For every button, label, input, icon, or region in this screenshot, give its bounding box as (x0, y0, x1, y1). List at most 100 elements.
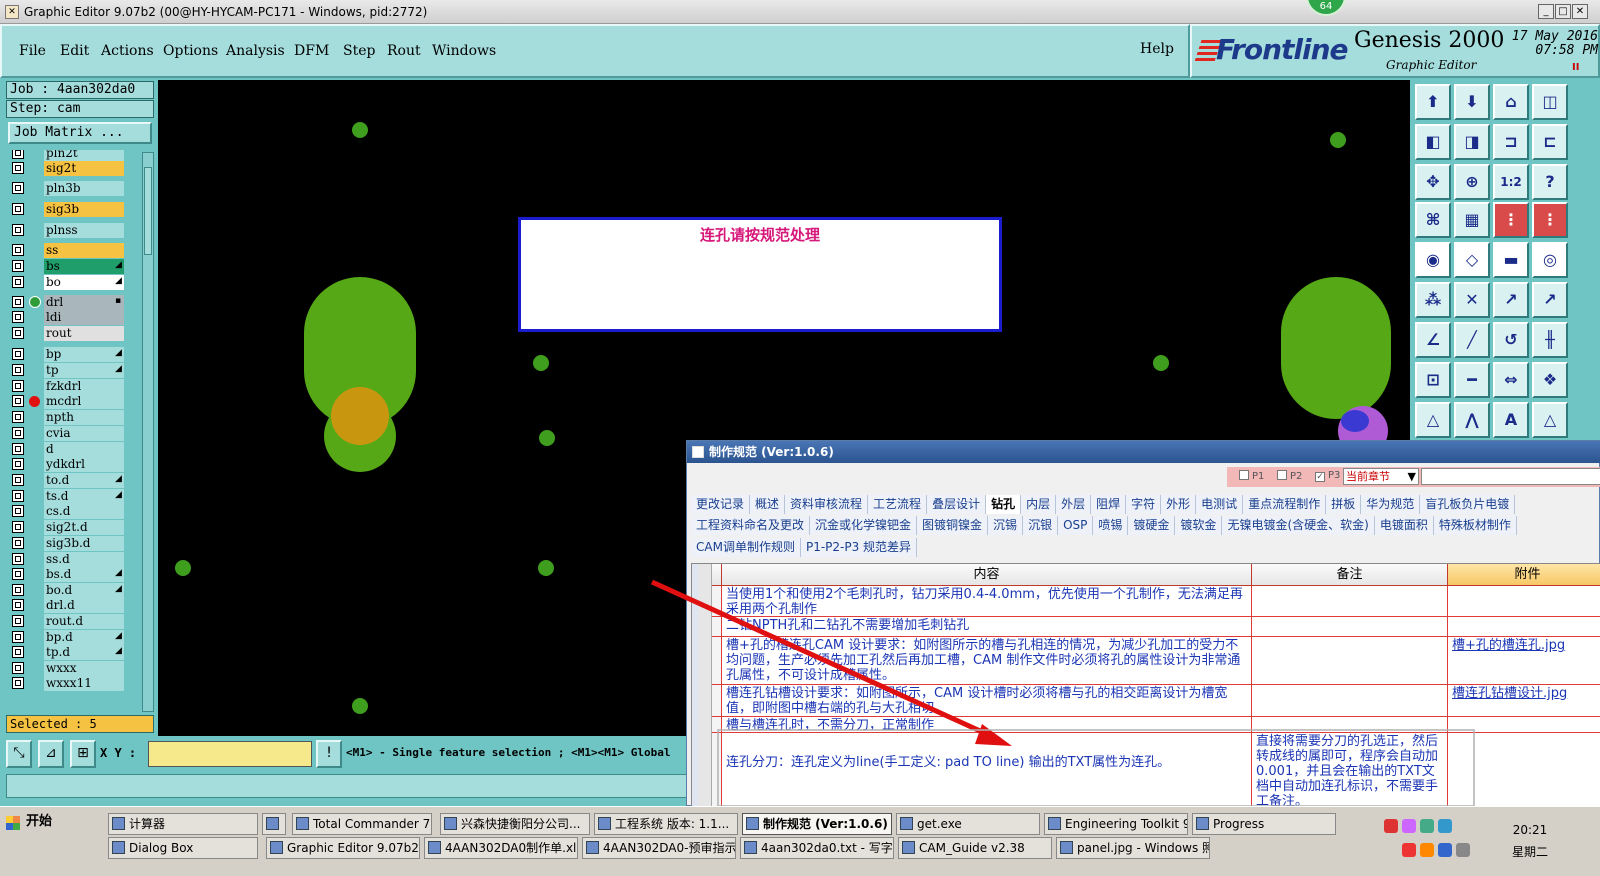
tray-icon[interactable] (1420, 843, 1434, 857)
layer-checkbox[interactable] (12, 631, 24, 643)
layer-row[interactable]: cs.d (8, 504, 140, 519)
tab-item[interactable]: OSP (1058, 516, 1094, 535)
layer-checkbox[interactable] (12, 677, 24, 689)
snap-alt-icon[interactable]: ⋮ (1532, 202, 1568, 238)
layer-name[interactable]: pln2t (44, 150, 124, 161)
filter-p2[interactable]: P2 (1277, 470, 1302, 482)
taskbar-item[interactable]: Graphic Editor 9.07b2 (0... (266, 837, 420, 859)
layer-row[interactable]: sig3b (8, 202, 140, 217)
layer-name[interactable]: ss (44, 243, 124, 258)
layer-checkbox[interactable] (12, 662, 24, 674)
layer-row[interactable]: fzkdrl (8, 379, 140, 394)
layer-name[interactable]: bo (44, 275, 124, 290)
menu-rout[interactable]: Rout (387, 43, 421, 59)
layer-list-scroll-thumb[interactable] (144, 167, 152, 255)
tab-item[interactable]: 重点流程制作 (1243, 495, 1327, 514)
tab-item[interactable]: 叠层设计 (927, 495, 987, 514)
layer-checkbox[interactable] (12, 521, 24, 533)
layer-row[interactable]: tp ◢ (8, 363, 140, 378)
layer-checkbox[interactable] (12, 364, 24, 376)
taskbar-item[interactable]: 4AAN302DA0-预审指示... (582, 837, 736, 859)
p2-checkbox[interactable] (1277, 470, 1287, 480)
chapter-select[interactable]: 当前章节 ▼ (1343, 468, 1419, 485)
layer-checkbox[interactable] (12, 244, 24, 256)
connect-icon[interactable]: ⁂ (1415, 282, 1451, 318)
measure-icon[interactable]: ⊿ (38, 740, 64, 768)
taskbar-item[interactable]: 工程系统 版本: 1.1... (594, 813, 738, 835)
layer-name[interactable]: rout (44, 326, 124, 341)
layer-checkbox[interactable] (12, 380, 24, 392)
layer-name[interactable]: sig2t.d (44, 520, 124, 535)
tab-item[interactable]: 盲孔板负片电镀 (1420, 495, 1516, 514)
layer-checkbox[interactable] (12, 458, 24, 470)
layer-name[interactable]: npth (44, 410, 124, 425)
row-header[interactable] (712, 685, 722, 717)
layer-row[interactable]: ldi (8, 310, 140, 325)
layer-name[interactable]: ldi (44, 310, 124, 325)
row-header[interactable] (712, 733, 722, 806)
home-icon[interactable]: ⌂ (1493, 84, 1529, 120)
layer-checkbox[interactable] (12, 224, 24, 236)
layer-name[interactable]: cs.d (44, 504, 124, 519)
pattern-icon[interactable]: ❖ (1532, 362, 1568, 398)
layer-checkbox[interactable] (12, 395, 24, 407)
tab-item[interactable]: 概述 (750, 495, 786, 514)
tab-item[interactable]: 工艺流程 (868, 495, 928, 514)
tab-item[interactable]: 电镀面积 (1374, 516, 1434, 535)
layer-row[interactable]: wxxx (8, 661, 140, 676)
pause-icon[interactable]: II (1572, 62, 1579, 73)
layer-row[interactable]: drl.d (8, 598, 140, 613)
tab-item[interactable]: 镀软金 (1175, 516, 1223, 535)
tab-item[interactable]: 外层 (1056, 495, 1092, 514)
ruler-icon[interactable]: ▬ (1493, 242, 1529, 278)
row-header[interactable] (712, 586, 722, 617)
row-header[interactable] (712, 637, 722, 685)
grid-icon[interactable]: ▦ (1454, 202, 1490, 238)
layer-name[interactable]: bs.d (44, 567, 124, 582)
taskbar-item[interactable]: CAM_Guide v2.38 (898, 837, 1052, 859)
taskbar-item[interactable]: 4aan302da0.txt - 写字板 (740, 837, 894, 859)
triangle-alt-icon[interactable]: △ (1532, 402, 1568, 438)
split-icon[interactable]: ◫ (1532, 84, 1568, 120)
layer-name[interactable]: drl.d (44, 598, 124, 613)
layer-name[interactable]: cvia (44, 426, 124, 441)
copy-icon[interactable]: ↗ (1532, 282, 1568, 318)
tab-item[interactable]: 阻焊 (1091, 495, 1127, 514)
trim-icon[interactable]: ━ (1454, 362, 1490, 398)
layer-name[interactable]: d (44, 442, 124, 457)
menu-help[interactable]: Help (1140, 41, 1174, 57)
menu-file[interactable]: File (19, 43, 46, 59)
tab-item[interactable]: 更改记录 (691, 495, 751, 514)
layer-row[interactable]: rout (8, 326, 140, 341)
layer-name[interactable]: sig3b (44, 202, 124, 217)
layer-name[interactable]: mcdrl (44, 394, 124, 409)
layer-checkbox[interactable] (12, 182, 24, 194)
clock[interactable]: 20:21 星期二 (1505, 819, 1555, 863)
layer-row[interactable]: d (8, 442, 140, 457)
layer-checkbox[interactable] (12, 427, 24, 439)
layer-checkbox[interactable] (12, 296, 24, 308)
layer-row[interactable]: pln3b (8, 181, 140, 196)
layer-name[interactable]: bo.d (44, 583, 124, 598)
layer-list-scrollbar[interactable] (142, 152, 154, 712)
add-shape-icon[interactable]: ◇ (1454, 242, 1490, 278)
mirror-icon[interactable]: ╫ (1532, 322, 1568, 358)
layer-row[interactable]: bs.d ◢ (8, 567, 140, 582)
layer-checkbox[interactable] (12, 327, 24, 339)
add-layer-icon[interactable]: ⬆ (1415, 84, 1451, 120)
tab-item[interactable]: CAM调单制作规则 (691, 538, 801, 557)
layer-checkbox[interactable] (12, 646, 24, 658)
scale-icon[interactable]: 1:2 (1493, 164, 1529, 200)
layer-name[interactable]: fzkdrl (44, 379, 124, 394)
panel-left-icon[interactable]: ◧ (1415, 124, 1451, 160)
layer-checkbox[interactable] (12, 584, 24, 596)
layer-checkbox[interactable] (12, 474, 24, 486)
menu-dfm[interactable]: DFM (294, 43, 329, 59)
layer-row[interactable]: to.d ◢ (8, 473, 140, 488)
add-pad-icon[interactable]: ◉ (1415, 242, 1451, 278)
minimize-button[interactable]: _ (1538, 4, 1554, 19)
tray-icon[interactable] (1456, 843, 1470, 857)
layer-checkbox[interactable] (12, 599, 24, 611)
tab-item[interactable]: 特殊板材制作 (1433, 516, 1517, 535)
pan-icon[interactable]: ✥ (1415, 164, 1451, 200)
